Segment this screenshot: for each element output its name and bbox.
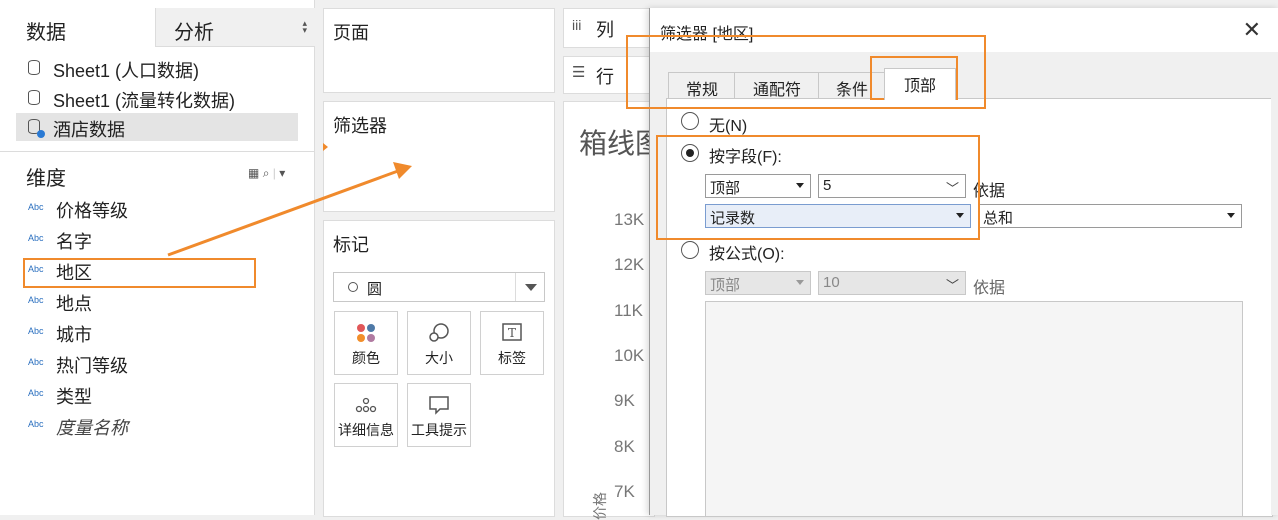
chevron-down-icon: ﹀ [945, 278, 959, 293]
formula-direction-select: 顶部 [705, 271, 811, 295]
dropdown-arrow-icon [1227, 213, 1235, 218]
radio-none[interactable] [681, 112, 699, 130]
formula-by-label: 依据 [973, 280, 1006, 297]
formula-editor [705, 301, 1243, 517]
formula-direction-value: 顶部 [710, 277, 741, 294]
radio-by-formula-label: 按公式(O): [709, 246, 785, 263]
highlight-by-field [656, 135, 980, 240]
scrollbar[interactable] [1271, 52, 1278, 515]
formula-count-combo: 10 ﹀ [818, 271, 966, 295]
radio-none-label: 无(N) [709, 118, 748, 135]
tab-top-label: 顶部 [903, 78, 936, 95]
radio-by-formula[interactable] [681, 241, 699, 259]
close-icon[interactable]: ✕ [1243, 17, 1261, 43]
formula-count-value: 10 [823, 274, 840, 291]
aggregation-value: 总和 [983, 210, 1014, 227]
dropdown-arrow-icon [796, 280, 804, 285]
aggregation-select[interactable]: 总和 [978, 204, 1242, 228]
tab-top[interactable]: 顶部 [884, 68, 956, 100]
dialog-body: 常规 通配符 条件 顶部 无(N) 按字段(F): 顶部 5 ﹀ 依据 记录数 总… [650, 52, 1278, 517]
